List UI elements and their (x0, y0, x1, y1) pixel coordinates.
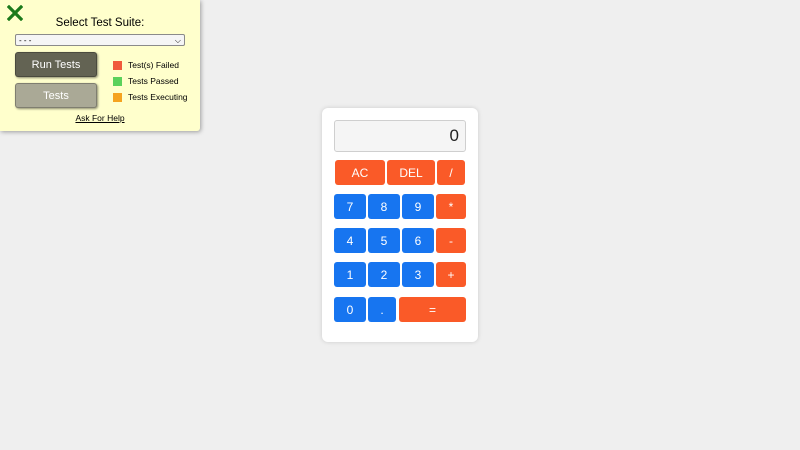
failed-swatch (113, 60, 122, 70)
legend-label-executing: Tests Executing (128, 92, 188, 102)
plus-button[interactable]: + (436, 262, 466, 287)
chevron-down-icon: ⌵ (174, 36, 181, 45)
digit-1-button[interactable]: 1 (334, 262, 366, 287)
digit-3-button[interactable]: 3 (402, 262, 434, 287)
legend-item-passed: Tests Passed (113, 73, 188, 89)
digit-5-button[interactable]: 5 (368, 228, 400, 253)
legend-label-passed: Tests Passed (128, 76, 179, 86)
test-suite-select-value: - - - (19, 36, 32, 45)
calculator: 0 AC DEL / 7 8 9 * 4 5 6 - 1 2 3 + 0 . = (322, 108, 478, 342)
digit-4-button[interactable]: 4 (334, 228, 366, 253)
minus-button[interactable]: - (436, 228, 466, 253)
digit-8-button[interactable]: 8 (368, 194, 400, 219)
decimal-button[interactable]: . (368, 297, 396, 322)
legend-item-failed: Test(s) Failed (113, 57, 188, 73)
divide-button[interactable]: / (437, 160, 465, 185)
ask-for-help-link[interactable]: Ask For Help (0, 113, 200, 123)
equals-button[interactable]: = (399, 297, 466, 322)
digit-9-button[interactable]: 9 (402, 194, 434, 219)
digit-0-button[interactable]: 0 (334, 297, 366, 322)
calculator-display: 0 (334, 120, 466, 152)
legend-label-failed: Test(s) Failed (128, 60, 180, 70)
digit-2-button[interactable]: 2 (368, 262, 400, 287)
multiply-button[interactable]: * (436, 194, 466, 219)
test-suite-select[interactable]: - - - ⌵ (15, 34, 185, 46)
status-legend: Test(s) Failed Tests Passed Tests Execut… (113, 57, 188, 105)
suite-title: Select Test Suite: (55, 17, 145, 29)
delete-button[interactable]: DEL (387, 160, 435, 185)
legend-item-executing: Tests Executing (113, 89, 188, 105)
run-tests-button[interactable]: Run Tests (15, 52, 97, 77)
tests-button[interactable]: Tests (15, 83, 97, 108)
digit-7-button[interactable]: 7 (334, 194, 366, 219)
passed-swatch (113, 76, 122, 86)
clear-button[interactable]: AC (335, 160, 385, 185)
test-panel: Select Test Suite: - - - ⌵ Run Tests Tes… (0, 0, 200, 131)
digit-6-button[interactable]: 6 (402, 228, 434, 253)
executing-swatch (113, 92, 122, 102)
